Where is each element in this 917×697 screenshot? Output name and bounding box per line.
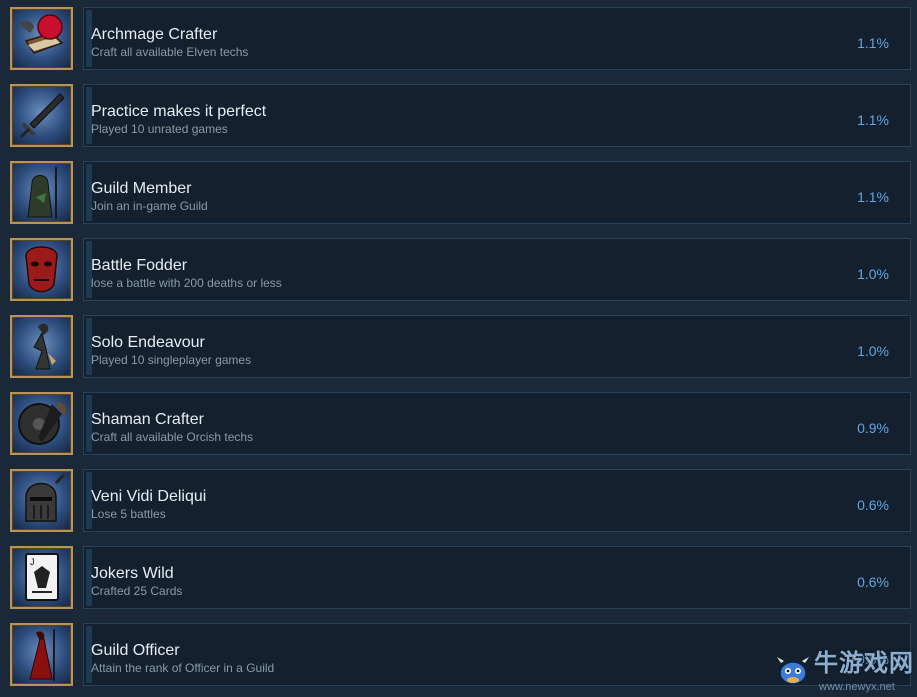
- achievement-title: Jokers Wild: [91, 565, 174, 582]
- joker-card-icon: J: [10, 546, 73, 609]
- cow-mascot-logo: [777, 657, 809, 685]
- svg-text:J: J: [30, 557, 35, 567]
- achievement-unlock-percent: 1.0%: [857, 343, 889, 359]
- watermark: 牛游戏网 www.newyx.net: [774, 645, 917, 697]
- sword-icon: [10, 84, 73, 147]
- spellbook-heart-icon: [10, 7, 73, 70]
- achievement-unlock-percent: 0.9%: [857, 420, 889, 436]
- achievement-title: Veni Vidi Deliqui: [91, 488, 207, 505]
- achievement-card: Shaman Crafter Craft all available Orcis…: [83, 392, 911, 455]
- achievement-description: Played 10 unrated games: [91, 122, 228, 136]
- achievement-row: Solo Endeavour Played 10 singleplayer ga…: [0, 308, 917, 385]
- achievement-description: lose a battle with 200 deaths or less: [91, 276, 282, 290]
- red-mask-icon: [10, 238, 73, 301]
- achievement-description: Lose 5 battles: [91, 507, 166, 521]
- watermark-url: www.newyx.net: [819, 681, 895, 693]
- achievement-description: Join an in-game Guild: [91, 199, 208, 213]
- achievement-unlock-percent: 0.6%: [857, 574, 889, 590]
- achievement-description: Craft all available Elven techs: [91, 45, 249, 59]
- achievement-card: Guild Member Join an in-game Guild 1.1%: [83, 161, 911, 224]
- red-robed-officer-icon: [10, 623, 73, 686]
- achievement-row: Shaman Crafter Craft all available Orcis…: [0, 385, 917, 462]
- achievement-unlock-percent: 1.1%: [857, 189, 889, 205]
- achievement-description: Played 10 singleplayer games: [91, 353, 252, 367]
- achievement-title: Guild Officer: [91, 642, 180, 659]
- achievement-card: Practice makes it perfect Played 10 unra…: [83, 84, 911, 147]
- achievement-unlock-percent: 1.0%: [857, 266, 889, 282]
- achievement-card: Battle Fodder lose a battle with 200 dea…: [83, 238, 911, 301]
- achievement-unlock-percent: 1.1%: [857, 112, 889, 128]
- achievement-unlock-percent: 0.6%: [857, 497, 889, 513]
- achievement-card: Jokers Wild Crafted 25 Cards 0.6%: [83, 546, 911, 609]
- achievement-description: Crafted 25 Cards: [91, 584, 183, 598]
- achievement-card: Archmage Crafter Craft all available Elv…: [83, 7, 911, 70]
- hooded-figure-icon: [10, 161, 73, 224]
- achievement-title: Guild Member: [91, 180, 192, 197]
- achievement-title: Archmage Crafter: [91, 26, 218, 43]
- achievement-card: Veni Vidi Deliqui Lose 5 battles 0.6%: [83, 469, 911, 532]
- achievement-description: Craft all available Orcish techs: [91, 430, 254, 444]
- achievement-row: Veni Vidi Deliqui Lose 5 battles 0.6%: [0, 462, 917, 539]
- achievement-title: Shaman Crafter: [91, 411, 204, 428]
- achievement-title: Solo Endeavour: [91, 334, 205, 351]
- achievement-unlock-percent: 1.1%: [857, 35, 889, 51]
- achievement-title: Practice makes it perfect: [91, 103, 267, 120]
- achievement-row: Battle Fodder lose a battle with 200 dea…: [0, 231, 917, 308]
- achievement-title: Battle Fodder: [91, 257, 188, 274]
- achievement-row: J Jokers Wild Crafted 25 Cards 0.6%: [0, 539, 917, 616]
- achievement-description: Attain the rank of Officer in a Guild: [91, 661, 275, 675]
- achievement-card: Solo Endeavour Played 10 singleplayer ga…: [83, 315, 911, 378]
- knight-helmet-icon: [10, 469, 73, 532]
- shield-axe-icon: [10, 392, 73, 455]
- achievement-row: Practice makes it perfect Played 10 unra…: [0, 77, 917, 154]
- lone-figure-icon: [10, 315, 73, 378]
- watermark-text: 牛游戏网: [814, 650, 914, 677]
- achievement-row: Guild Member Join an in-game Guild 1.1%: [0, 154, 917, 231]
- achievement-row: Archmage Crafter Craft all available Elv…: [0, 0, 917, 77]
